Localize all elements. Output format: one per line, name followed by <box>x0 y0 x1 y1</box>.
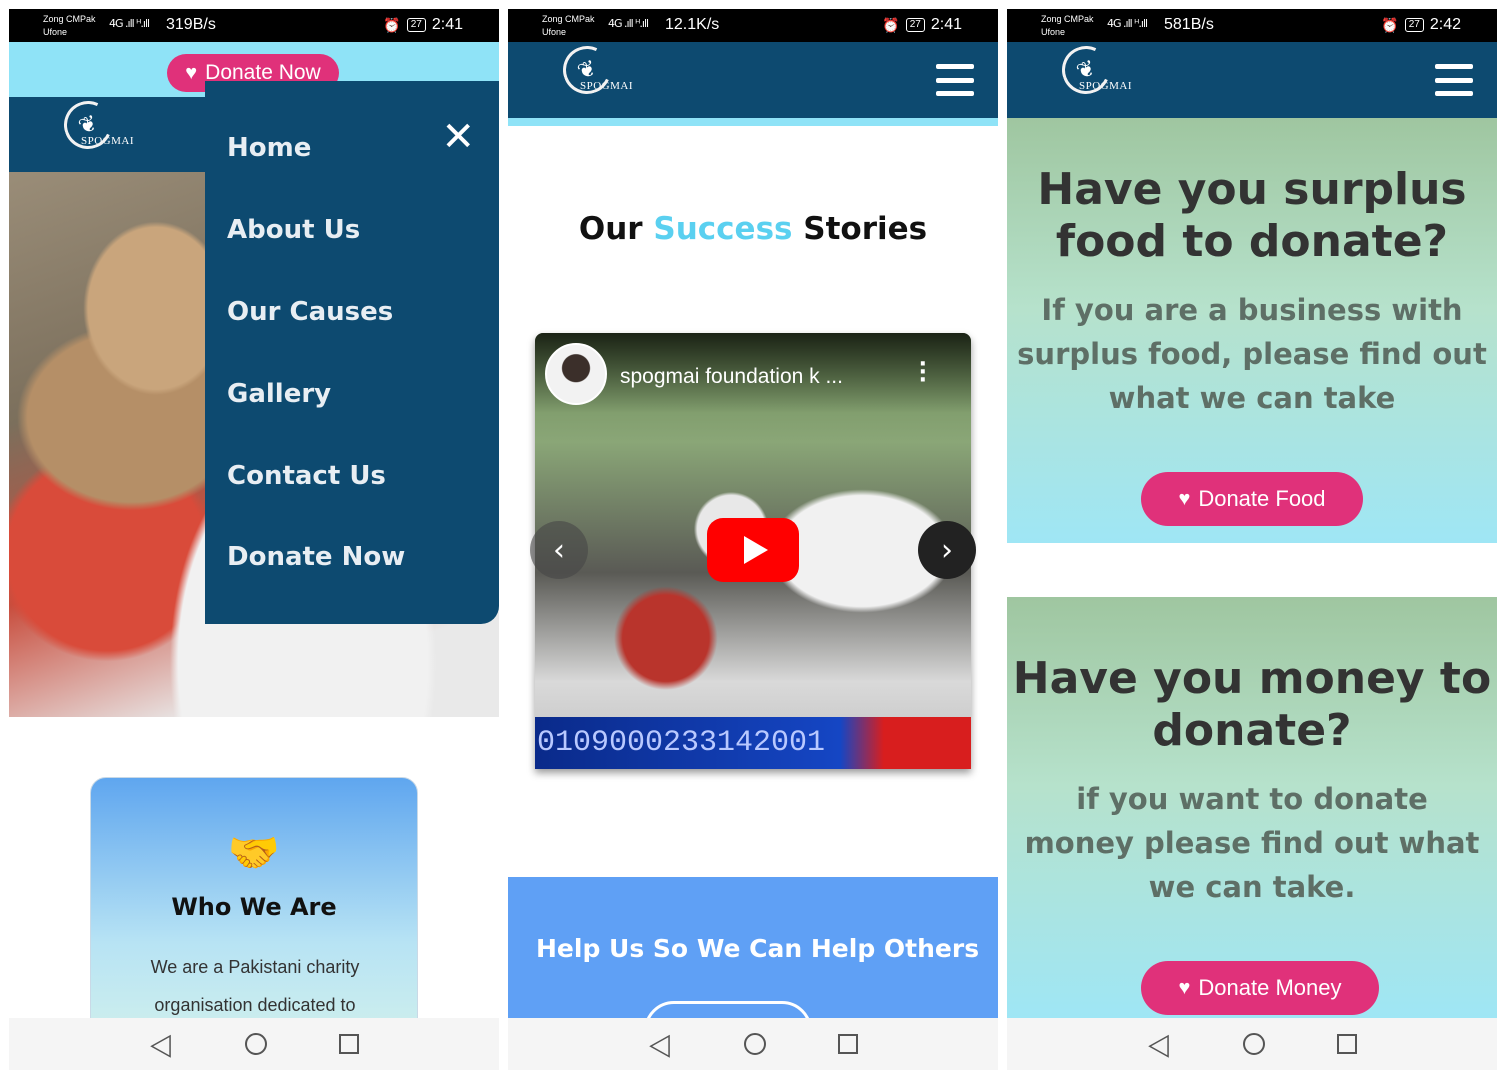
status-bar: Zong CMPak Ufone 4G .ıll ᴴ.ıll 319B/s ⏰ 2… <box>9 9 499 42</box>
clock: 2:41 <box>431 16 463 33</box>
alarm-icon: ⏰ <box>1381 16 1399 33</box>
signal-icon: 4G .ıll ᴴ.ıll <box>109 17 150 30</box>
back-icon[interactable]: ◁ <box>1149 1027 1170 1062</box>
home-icon[interactable] <box>244 1033 267 1055</box>
card-text: We are a Pakistani charity organisation … <box>150 957 360 1015</box>
phone-screen-stories: Zong CMPak Ufone 4G .ıll ᴴ.ıll 12.1K/s ⏰ … <box>508 9 998 1070</box>
battery-icon: 27 <box>1404 18 1424 32</box>
carousel-next-button[interactable]: › <box>918 521 976 579</box>
banner-title: Help Us So We Can Help Others <box>536 934 980 963</box>
heart-icon: ♥ <box>185 61 198 84</box>
logo[interactable]: ❦ SPOGMAI <box>540 39 633 101</box>
navbar: ❦ SPOGMAI <box>508 39 998 118</box>
section-title: Our Success Stories <box>578 211 928 247</box>
handshake-icon: 🤝 <box>227 828 281 877</box>
recents-icon[interactable] <box>837 1034 858 1054</box>
menu-item-home[interactable]: Home <box>227 133 311 163</box>
carrier-label: Zong CMPak Ufone <box>542 14 595 37</box>
android-nav-bar: ◁ <box>1007 1018 1497 1070</box>
logo[interactable]: ❦ SPOGMAI <box>41 94 134 156</box>
video-title[interactable]: spogmai foundation k ... <box>620 365 843 389</box>
status-bar: Zong CMPak Ufone 4G .ıll ᴴ.ıll 12.1K/s ⏰ … <box>508 9 998 42</box>
food-donation-section: Have you surplus food to donate? If you … <box>1007 118 1497 543</box>
signal-icon: 4G .ıll ᴴ.ıll <box>1107 17 1148 30</box>
clock: 2:42 <box>1429 16 1461 33</box>
donate-money-label: Donate Money <box>1198 975 1342 1000</box>
clock: 2:41 <box>930 16 962 33</box>
signal-icon: 4G .ıll ᴴ.ıll <box>608 17 649 30</box>
phone-screen-menu: Zong CMPak Ufone 4G .ıll ᴴ.ıll 319B/s ⏰ 2… <box>9 9 499 1070</box>
android-nav-bar: ◁ <box>508 1018 998 1070</box>
menu-item-contact[interactable]: Contact Us <box>227 461 386 491</box>
hamburger-menu-icon[interactable] <box>1435 64 1473 96</box>
donate-money-button[interactable]: ♥ Donate Money <box>1141 961 1379 1015</box>
chevron-right-icon: › <box>941 532 953 568</box>
chevron-left-icon: ‹ <box>553 532 565 568</box>
menu-item-gallery[interactable]: Gallery <box>227 379 331 409</box>
network-speed: 12.1K/s <box>665 16 720 33</box>
money-donation-section: Have you money to donate? if you want to… <box>1007 597 1497 1018</box>
food-title: Have you surplus food to donate? <box>1037 164 1467 267</box>
heart-icon: ♥ <box>1178 976 1191 999</box>
battery-icon: 27 <box>406 18 426 32</box>
donate-food-button[interactable]: ♥ Donate Food <box>1141 472 1363 526</box>
money-title: Have you money to donate? <box>1012 653 1492 756</box>
heart-icon: ♥ <box>1178 487 1191 510</box>
donate-food-label: Donate Food <box>1198 486 1326 511</box>
video-ticker: 0109000233142001 <box>535 717 971 769</box>
nav-menu-panel: ✕ Home About Us Our Causes Gallery Conta… <box>205 81 499 624</box>
back-icon[interactable]: ◁ <box>650 1027 671 1062</box>
network-speed: 581B/s <box>1164 16 1214 33</box>
network-speed: 319B/s <box>166 16 216 33</box>
carrier-label: Zong CMPak Ufone <box>43 14 96 37</box>
carrier-label: Zong CMPak Ufone <box>1041 14 1094 37</box>
hamburger-menu-icon[interactable] <box>936 64 974 96</box>
home-icon[interactable] <box>1242 1033 1265 1055</box>
play-button[interactable] <box>707 518 799 582</box>
menu-item-causes[interactable]: Our Causes <box>227 297 393 327</box>
channel-avatar[interactable] <box>545 343 607 405</box>
play-icon <box>744 536 768 564</box>
home-icon[interactable] <box>743 1033 766 1055</box>
alarm-icon: ⏰ <box>383 16 401 33</box>
recents-icon[interactable] <box>1336 1034 1357 1054</box>
status-right: ⏰ 27 2:41 <box>882 16 962 34</box>
alarm-icon: ⏰ <box>882 16 900 33</box>
video-embed[interactable]: spogmai foundation k ... · · · 01090002331… <box>535 333 971 769</box>
logo[interactable]: ❦ SPOGMAI <box>1039 39 1132 101</box>
accent-line <box>508 118 998 126</box>
card-title: Who We Are <box>171 893 337 921</box>
navbar: ❦ SPOGMAI <box>1007 39 1497 118</box>
food-subtitle: If you are a business with surplus food,… <box>1017 293 1487 415</box>
back-icon[interactable]: ◁ <box>151 1027 172 1062</box>
android-nav-bar: ◁ <box>9 1018 499 1070</box>
close-icon[interactable]: ✕ <box>441 117 475 157</box>
carousel-prev-button[interactable]: ‹ <box>530 521 588 579</box>
phone-screen-donate: Zong CMPak Ufone 4G .ıll ᴴ.ıll 581B/s ⏰ 2… <box>1007 9 1497 1070</box>
status-right: ⏰ 27 2:41 <box>383 16 463 34</box>
battery-icon: 27 <box>905 18 925 32</box>
recents-icon[interactable] <box>338 1034 359 1054</box>
status-bar: Zong CMPak Ufone 4G .ıll ᴴ.ıll 581B/s ⏰ 2… <box>1007 9 1497 42</box>
menu-item-donate[interactable]: Donate Now <box>227 542 405 572</box>
status-right: ⏰ 27 2:42 <box>1381 16 1461 34</box>
more-options-icon[interactable]: · · · <box>919 354 927 392</box>
menu-item-about[interactable]: About Us <box>227 215 360 245</box>
money-subtitle: if you want to donate money please find … <box>1024 782 1480 904</box>
